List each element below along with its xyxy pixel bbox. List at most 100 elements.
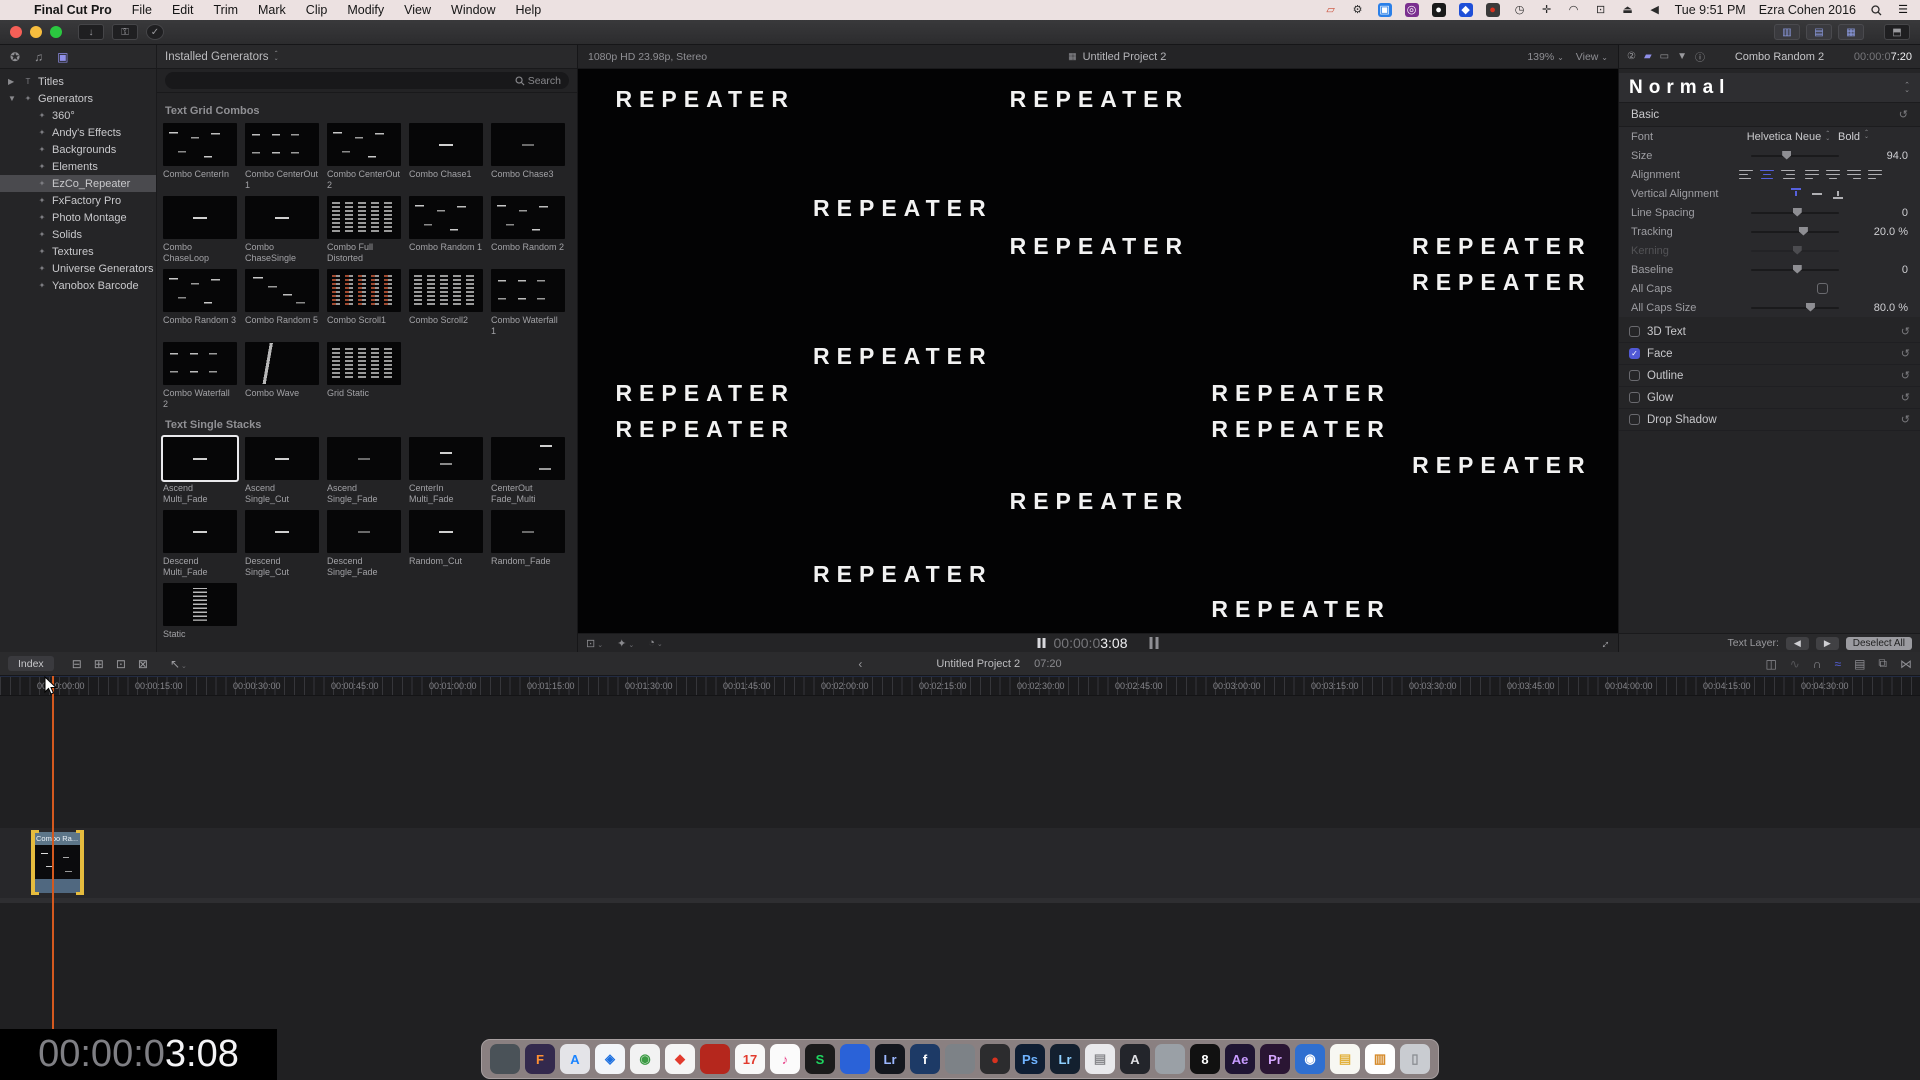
sidebar-item[interactable]: ✦ EzCo_Repeater (0, 175, 156, 192)
audio-skimming-icon[interactable]: ∩ (1813, 657, 1822, 671)
generator-item[interactable]: Combo CenterIn (163, 123, 237, 190)
safari-icon[interactable]: ◈ (595, 1044, 625, 1074)
tool-popup[interactable]: ↖⌄ (170, 657, 187, 671)
lightroom-icon[interactable]: Lr (1050, 1044, 1080, 1074)
notes-yellow-icon[interactable]: ▤ (1330, 1044, 1360, 1074)
lightroom-classic-icon[interactable]: Lr (875, 1044, 905, 1074)
valign-bottom-icon[interactable] (1832, 188, 1844, 199)
generator-thumbnail[interactable] (327, 269, 401, 312)
background-tasks-button[interactable]: ✓ (146, 24, 164, 40)
import-media-button[interactable]: ↓ (78, 24, 104, 40)
text-inspector-icon[interactable]: ▰ (1644, 51, 1652, 62)
retime-icon[interactable]: ◔⌄ (648, 637, 663, 649)
search-input[interactable]: Search (165, 72, 569, 89)
generator-thumbnail[interactable] (327, 437, 401, 480)
generator-thumbnail[interactable] (491, 269, 565, 312)
valign-middle-icon[interactable] (1811, 188, 1823, 199)
app-store-icon[interactable]: A (560, 1044, 590, 1074)
menu-bar-clock[interactable]: Tue 9:51 PM (1675, 3, 1746, 17)
blue-app-icon[interactable] (840, 1044, 870, 1074)
photos-videos-browser-tab[interactable]: ✪ (10, 50, 20, 64)
audio-meters-icon[interactable] (1149, 637, 1158, 649)
music-sound-browser-tab[interactable]: ♫ (34, 50, 43, 64)
section-checkbox[interactable] (1629, 370, 1640, 381)
expand-viewer-icon[interactable]: ↔ (1595, 634, 1613, 652)
wifi-icon[interactable]: ◠ (1567, 3, 1581, 17)
camera-app-icon[interactable]: ▣ (1378, 3, 1392, 17)
generator-thumbnail[interactable] (327, 510, 401, 553)
blend-mode-popup[interactable]: Normal ⌃⌄ (1619, 73, 1920, 103)
gray-app-icon[interactable] (945, 1044, 975, 1074)
video-inspector-icon[interactable]: ▭ (1660, 51, 1669, 62)
generator-item[interactable]: Combo Random 2 (491, 196, 565, 263)
timeline-back-icon[interactable]: ‹ (858, 657, 862, 671)
disclosure-triangle-icon[interactable]: ▶ (8, 77, 18, 86)
generator-item[interactable]: Static (163, 583, 237, 640)
connect-edit-icon[interactable]: ⊟ (72, 657, 82, 671)
eight-ball-icon[interactable]: 8 (1190, 1044, 1220, 1074)
timeline-ruler[interactable]: 00:00:00:00 00:00:15:00 00:00:30:00 00:0… (0, 676, 1920, 696)
font-family-popup[interactable]: Helvetica Neue (1747, 131, 1822, 143)
sidebar-item[interactable]: ✦ Textures (0, 243, 156, 260)
generator-item[interactable]: CenterOut Fade_Multi (491, 437, 565, 504)
generator-thumbnail[interactable] (327, 196, 401, 239)
menu-item[interactable]: Trim (203, 3, 248, 17)
generator-thumbnail[interactable] (245, 342, 319, 385)
sidebar-item[interactable]: ▼ ✦ Generators (0, 90, 156, 107)
section-checkbox[interactable]: ✓ (1629, 348, 1640, 359)
location-icon[interactable]: ✛ (1540, 3, 1554, 17)
red-folder-icon[interactable]: ▱ (1324, 3, 1338, 17)
justify-full-icon[interactable] (1868, 170, 1882, 180)
generator-item[interactable]: Combo Scroll2 (409, 269, 483, 336)
dark-red-dot-app-icon[interactable]: ● (980, 1044, 1010, 1074)
menu-bar-user[interactable]: Ezra Cohen 2016 (1759, 3, 1856, 17)
spotify-icon[interactable]: S (805, 1044, 835, 1074)
generator-thumbnail[interactable] (327, 123, 401, 166)
baseline-slider[interactable] (1751, 269, 1839, 271)
generator-inspector-icon[interactable]: ② (1627, 51, 1636, 62)
installed-generators-popup[interactable]: Installed Generators (165, 51, 269, 63)
red-orb-icon[interactable]: ● (1486, 3, 1500, 17)
menu-item[interactable]: File (122, 3, 162, 17)
menu-item[interactable]: View (394, 3, 441, 17)
generator-thumbnail[interactable] (491, 196, 565, 239)
close-window-button[interactable] (10, 26, 22, 38)
generator-thumbnail[interactable] (245, 269, 319, 312)
pause-icon[interactable] (1038, 635, 1048, 651)
generator-thumbnail[interactable] (163, 583, 237, 626)
generator-thumbnail[interactable] (245, 437, 319, 480)
firefox-icon[interactable]: F (525, 1044, 555, 1074)
next-text-layer-button[interactable]: ▶ (1816, 637, 1839, 650)
generator-item[interactable]: Descend Multi_Fade (163, 510, 237, 577)
minimize-window-button[interactable] (30, 26, 42, 38)
generator-item[interactable]: Combo Random 5 (245, 269, 319, 336)
reset-icon[interactable]: ↺ (1901, 347, 1910, 360)
section-checkbox[interactable] (1629, 414, 1640, 425)
notes-gray-icon[interactable]: ▤ (1085, 1044, 1115, 1074)
generator-thumbnail[interactable] (409, 437, 483, 480)
disclosure-triangle-icon[interactable]: ▼ (8, 94, 18, 103)
time-machine-icon[interactable]: ◷ (1513, 3, 1527, 17)
sidebar-item[interactable]: ✦ 360° (0, 107, 156, 124)
generator-item[interactable]: Combo Waterfall 2 (163, 342, 237, 409)
generator-item[interactable]: Ascend Single_Fade (327, 437, 401, 504)
align-center-icon[interactable] (1760, 170, 1774, 180)
tracking-slider[interactable] (1751, 231, 1839, 233)
generator-item[interactable]: Ascend Single_Cut (245, 437, 319, 504)
premiere-icon[interactable]: Pr (1260, 1044, 1290, 1074)
generator-item[interactable]: Descend Single_Cut (245, 510, 319, 577)
generator-item[interactable]: Combo Chase1 (409, 123, 483, 190)
menu-item[interactable]: Window (441, 3, 505, 17)
generator-thumbnail[interactable] (409, 269, 483, 312)
align-right-icon[interactable] (1781, 170, 1795, 180)
generator-thumbnail[interactable] (491, 437, 565, 480)
utility-app-icon[interactable] (490, 1044, 520, 1074)
workspace-browser-button[interactable]: ▥ (1774, 24, 1800, 40)
generator-thumbnail[interactable] (163, 437, 237, 480)
menu-item[interactable]: Help (506, 3, 552, 17)
menu-item[interactable]: Clip (296, 3, 338, 17)
timeline-windows-icon[interactable]: ⧉ (1878, 656, 1887, 671)
effects-funnel-icon[interactable]: ▼ (1677, 51, 1687, 62)
generator-item[interactable]: Random_Cut (409, 510, 483, 577)
generator-item[interactable]: Combo Full Distorted (327, 196, 401, 263)
